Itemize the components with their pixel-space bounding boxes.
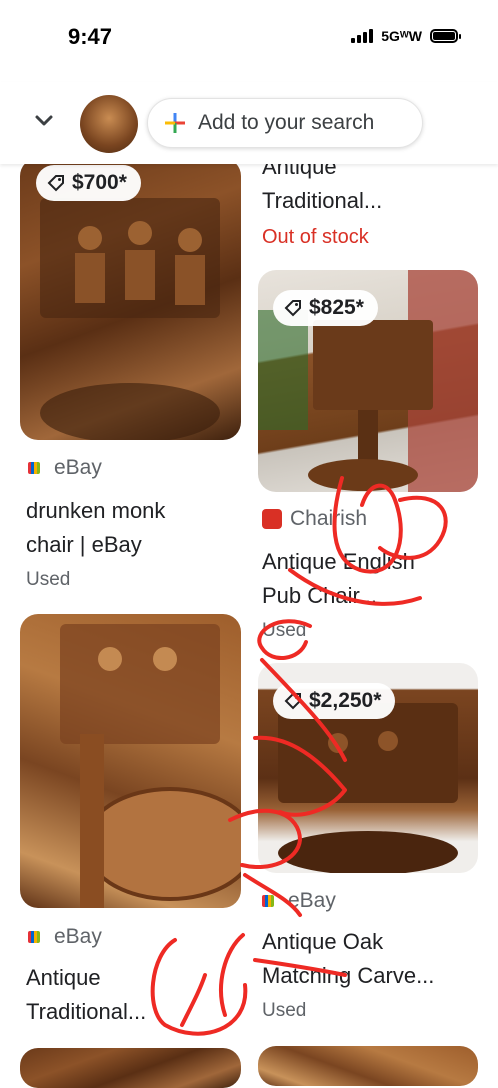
- source-label[interactable]: Chairish: [262, 507, 367, 531]
- price-label: $2,250*: [309, 689, 382, 712]
- source-name: eBay: [54, 925, 102, 948]
- price-badge: $700*: [36, 165, 141, 201]
- chairish-icon: [262, 509, 282, 529]
- ebay-icon: [262, 895, 274, 907]
- product-image[interactable]: [258, 1046, 478, 1086]
- chair-illustration: [60, 624, 241, 908]
- source-name: Chairish: [290, 507, 368, 530]
- search-image-thumbnail[interactable]: [80, 95, 138, 153]
- title-line: Antique: [26, 965, 101, 990]
- stock-status: Out of stock: [262, 226, 369, 248]
- price-label: $700*: [72, 171, 127, 194]
- condition-label: Used: [262, 620, 307, 641]
- signal-icon: [351, 29, 374, 43]
- search-header: Add to your search: [0, 82, 498, 164]
- add-to-search-label: Add to your search: [198, 111, 375, 134]
- price-tag-icon: [284, 300, 301, 317]
- price-label: $825*: [309, 296, 364, 319]
- product-image[interactable]: [20, 614, 241, 908]
- product-title[interactable]: Antique Traditional...: [26, 961, 146, 1029]
- source-name: eBay: [288, 889, 336, 912]
- source-label[interactable]: eBay: [28, 456, 102, 480]
- ebay-icon: [28, 462, 40, 474]
- title-line: Antique English: [262, 549, 415, 574]
- product-title[interactable]: drunken monk chair | eBay: [26, 494, 165, 562]
- collapse-button[interactable]: [28, 104, 60, 136]
- source-name: eBay: [54, 456, 102, 479]
- product-title[interactable]: Antique English Pub Chair...: [262, 545, 415, 613]
- price-tag-icon: [47, 175, 64, 192]
- title-line: chair | eBay: [26, 532, 142, 557]
- ebay-icon: [28, 931, 40, 943]
- title-line: Traditional...: [262, 188, 383, 213]
- status-icons: 5GᵂW: [351, 28, 461, 44]
- title-line: Matching Carve...: [262, 963, 435, 988]
- add-to-search-button[interactable]: Add to your search: [147, 98, 423, 148]
- price-badge: $2,250*: [273, 683, 396, 719]
- price-badge: $825*: [273, 290, 378, 326]
- title-line: drunken monk: [26, 498, 166, 523]
- status-time: 9:47: [68, 24, 113, 49]
- price-tag-icon: [284, 693, 301, 710]
- plus-icon: [165, 113, 185, 133]
- product-title[interactable]: Antique Oak Matching Carve...: [262, 925, 434, 993]
- title-line: Traditional...: [26, 999, 147, 1024]
- source-label[interactable]: eBay: [262, 889, 336, 913]
- title-line: Antique Oak: [262, 929, 384, 954]
- condition-label: Used: [26, 569, 71, 590]
- chevron-down-icon: [35, 115, 53, 126]
- battery-icon: [430, 29, 461, 43]
- network-label: 5GᵂW: [381, 28, 422, 44]
- source-label[interactable]: eBay: [28, 925, 102, 949]
- title-line: Pub Chair...: [262, 583, 377, 608]
- status-bar: 9:47 5GᵂW: [0, 0, 498, 75]
- product-image[interactable]: [20, 1048, 241, 1088]
- condition-label: Used: [262, 1000, 307, 1021]
